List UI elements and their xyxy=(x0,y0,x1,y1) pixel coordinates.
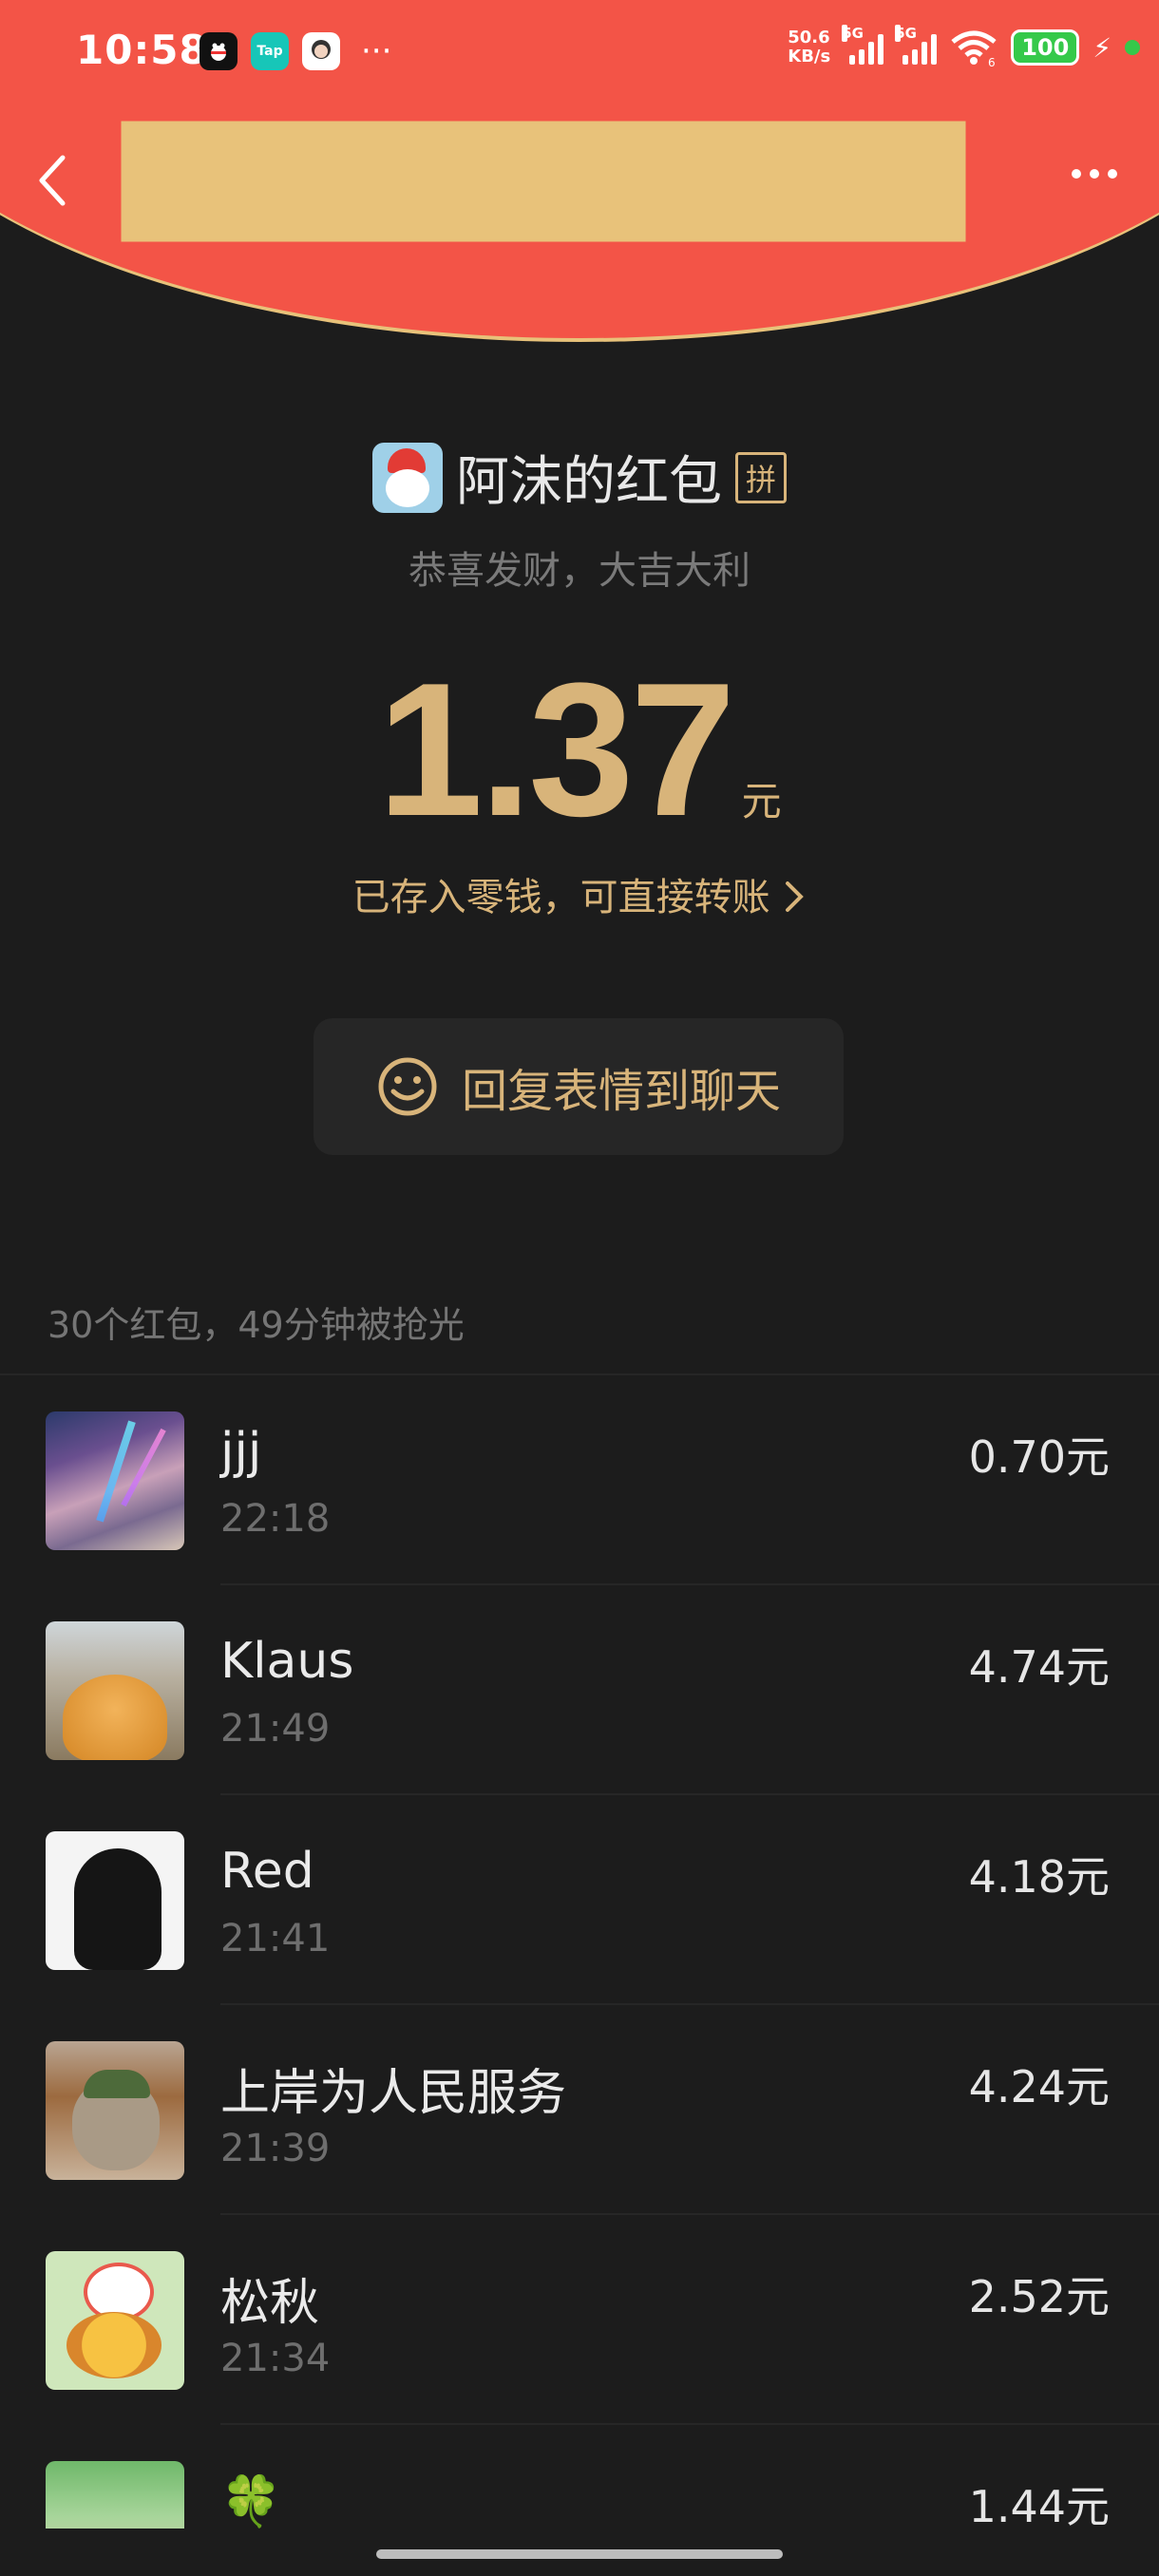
sender-avatar[interactable] xyxy=(372,442,443,513)
net-speed-unit: KB/s xyxy=(788,47,831,66)
sender-name: 阿沫的红包 xyxy=(456,451,722,513)
recipient-amount: 4.74元 xyxy=(968,1641,1110,1693)
recipient-name: 松秋 xyxy=(220,2275,320,2332)
more-options-button[interactable] xyxy=(1072,169,1117,179)
recipient-list: jjj 22:18 0.70元 Klaus 21:49 4.74元 Red 21… xyxy=(0,1375,1159,2576)
recipient-amount: 4.18元 xyxy=(968,1851,1110,1903)
signal-2-label: 5G xyxy=(895,25,917,42)
sender-info: 阿沫的红包 拼 xyxy=(0,439,1159,516)
signal-2-icon: 5G xyxy=(895,25,938,65)
avatar[interactable] xyxy=(46,1831,184,1970)
reply-sticker-button[interactable]: 回复表情到聊天 xyxy=(314,1018,844,1155)
chevron-right-icon xyxy=(786,881,805,912)
received-amount: 1.37 xyxy=(377,644,735,856)
charging-bolt-icon: ⚡ xyxy=(1092,31,1112,64)
smiley-icon xyxy=(378,1057,437,1116)
status-app-icons: Tap ··· xyxy=(200,32,391,70)
list-item[interactable]: jjj 22:18 0.70元 xyxy=(0,1375,1159,1585)
list-item[interactable]: 松秋 21:34 2.52元 xyxy=(0,2215,1159,2425)
list-item[interactable]: Red 21:41 4.18元 xyxy=(0,1795,1159,2005)
signal-1-icon: 5G xyxy=(842,25,884,65)
wifi-icon: 6 xyxy=(951,30,997,66)
qq-icon xyxy=(200,32,238,70)
recipient-amount: 2.52元 xyxy=(968,2271,1110,2322)
home-indicator[interactable] xyxy=(376,2549,783,2559)
face-avatar-icon xyxy=(302,32,340,70)
svg-text:6: 6 xyxy=(988,56,996,66)
saved-to-wallet-link[interactable]: 已存入零钱，可直接转账 xyxy=(0,866,1159,921)
net-speed-value: 50.6 xyxy=(788,28,830,47)
recipient-time: 21:41 xyxy=(220,1917,331,1960)
list-item[interactable]: 上岸为人民服务 21:39 4.24元 xyxy=(0,2005,1159,2215)
status-bar: 10:58 Tap ··· 50.6 KB/s 5G 5G 6 100 ⚡ xyxy=(0,0,1159,104)
recipient-time: 21:34 xyxy=(220,2337,331,2380)
signal-1-label: 5G xyxy=(842,25,864,42)
avatar[interactable] xyxy=(46,2251,184,2390)
recipient-name: 🍀 xyxy=(220,2473,282,2530)
reply-sticker-label: 回复表情到聊天 xyxy=(461,1065,781,1118)
avatar[interactable] xyxy=(46,1411,184,1550)
pin-badge: 拼 xyxy=(735,451,787,503)
list-item[interactable]: Klaus 21:49 4.74元 xyxy=(0,1585,1159,1795)
status-time: 10:58 xyxy=(76,27,208,73)
amount-row: 1.37 元 xyxy=(0,655,1159,845)
red-packet-detail-page: 10:58 Tap ··· 50.6 KB/s 5G 5G 6 100 ⚡ 阿沫… xyxy=(0,0,1159,2576)
recipient-amount: 4.24元 xyxy=(968,2061,1110,2112)
network-speed: 50.6 KB/s xyxy=(788,28,830,66)
avatar[interactable] xyxy=(46,2041,184,2180)
avatar[interactable] xyxy=(46,1621,184,1760)
recipient-amount: 0.70元 xyxy=(968,1431,1110,1483)
recipient-amount: 1.44元 xyxy=(968,2481,1110,2532)
status-more-indicator: ··· xyxy=(361,32,392,70)
chevron-left-icon xyxy=(39,155,66,206)
more-dots-icon xyxy=(1072,169,1081,179)
saved-to-wallet-text: 已存入零钱，可直接转账 xyxy=(352,876,770,919)
recipient-name: 上岸为人民服务 xyxy=(220,2065,567,2122)
amount-unit: 元 xyxy=(741,778,782,824)
active-dot-icon xyxy=(1125,40,1140,55)
status-indicators: 50.6 KB/s 5G 5G 6 100 ⚡ xyxy=(788,25,1140,66)
recipient-time: 21:49 xyxy=(220,1707,331,1751)
greeting-text: 恭喜发财，大吉大利 xyxy=(408,549,750,593)
battery-indicator: 100 xyxy=(1011,29,1080,66)
recipient-name: Red xyxy=(220,1843,314,1900)
recipient-name: Klaus xyxy=(220,1633,354,1690)
back-button[interactable] xyxy=(34,152,72,209)
tap-icon: Tap xyxy=(251,32,289,70)
recipient-name: jjj xyxy=(220,1423,262,1480)
packet-summary: 30个红包，49分钟被抢光 xyxy=(48,1304,465,1346)
recipient-time: 22:18 xyxy=(220,1497,331,1541)
recipient-time: 21:39 xyxy=(220,2127,331,2170)
